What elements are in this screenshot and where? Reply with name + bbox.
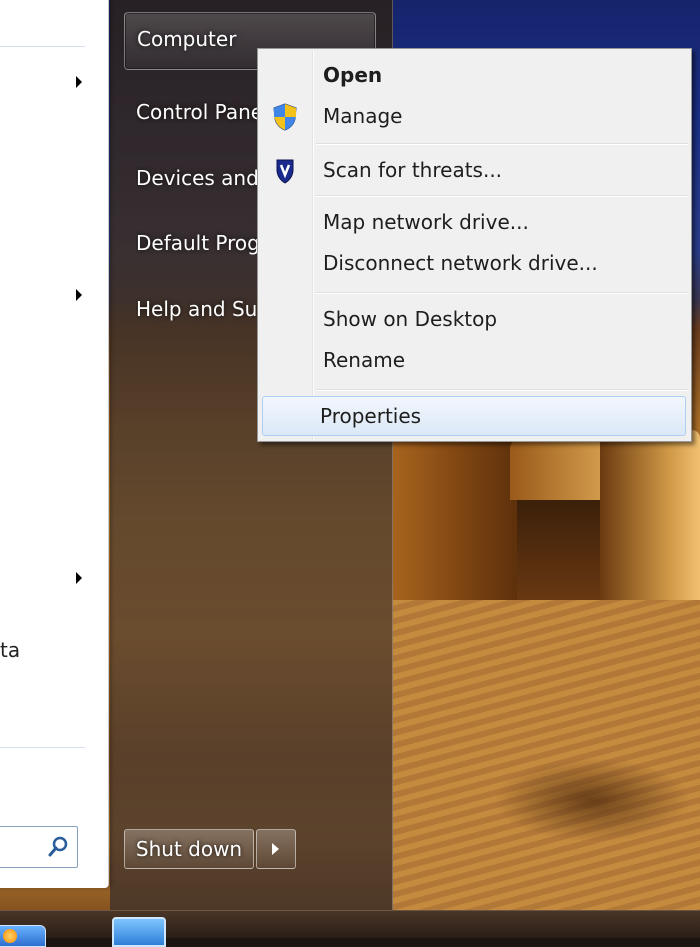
start-menu-left-pane: ta (0, 0, 109, 888)
menu-item-label: Rename (323, 348, 406, 372)
left-pane-item-partial[interactable]: ta (0, 638, 20, 662)
menu-separator (316, 292, 688, 294)
menu-item-manage[interactable]: Manage (260, 97, 688, 135)
uac-shield-icon (273, 103, 297, 131)
menu-item-label: Properties (320, 404, 422, 428)
submenu-arrow-icon[interactable] (76, 572, 82, 584)
start-item-help-and-support[interactable]: Help and Su (136, 297, 257, 321)
submenu-arrow-icon[interactable] (76, 289, 82, 301)
menu-item-label: Show on Desktop (323, 307, 498, 331)
antivirus-shield-icon (276, 159, 294, 184)
context-menu: Open Manage Scan for threats... Map netw… (257, 48, 692, 442)
menu-item-label: Disconnect network drive... (323, 251, 598, 275)
menu-item-disconnect-network-drive[interactable]: Disconnect network drive... (260, 244, 688, 282)
shutdown-options-arrow-button[interactable] (256, 829, 296, 869)
menu-separator (316, 195, 688, 197)
menu-item-label: Map network drive... (323, 210, 529, 234)
windows-logo-icon (3, 929, 17, 943)
start-search-input[interactable] (0, 826, 78, 868)
menu-item-scan-for-threats[interactable]: Scan for threats... (260, 151, 688, 189)
left-pane-divider (0, 46, 85, 47)
menu-item-label: Scan for threats... (323, 158, 503, 182)
submenu-arrow-icon[interactable] (76, 76, 82, 88)
menu-item-open[interactable]: Open (260, 56, 688, 94)
taskbar (0, 910, 700, 947)
search-icon[interactable] (47, 836, 69, 858)
taskbar-app-icon[interactable] (112, 917, 166, 947)
start-item-computer-label: Computer (137, 27, 237, 51)
menu-item-map-network-drive[interactable]: Map network drive... (260, 203, 688, 241)
start-item-devices-and-printers[interactable]: Devices and (136, 166, 259, 190)
shutdown-button[interactable]: Shut down (124, 829, 254, 869)
menu-item-label: Manage (323, 104, 403, 128)
start-item-control-panel[interactable]: Control Pane (136, 100, 263, 124)
menu-item-show-on-desktop[interactable]: Show on Desktop (260, 300, 688, 338)
menu-item-rename[interactable]: Rename (260, 341, 688, 379)
wallpaper-sand (392, 600, 700, 910)
menu-separator (316, 143, 688, 145)
wallpaper-pinnacle-right (600, 430, 700, 610)
wallpaper-shadow (510, 500, 610, 610)
wallpaper-pinnacle-middle (510, 440, 610, 500)
start-button[interactable] (0, 925, 46, 947)
left-pane-divider (0, 747, 85, 748)
menu-separator (316, 389, 688, 391)
start-item-default-programs[interactable]: Default Prog (136, 231, 260, 255)
menu-item-label: Open (323, 63, 383, 87)
menu-item-properties[interactable]: Properties (262, 396, 686, 436)
